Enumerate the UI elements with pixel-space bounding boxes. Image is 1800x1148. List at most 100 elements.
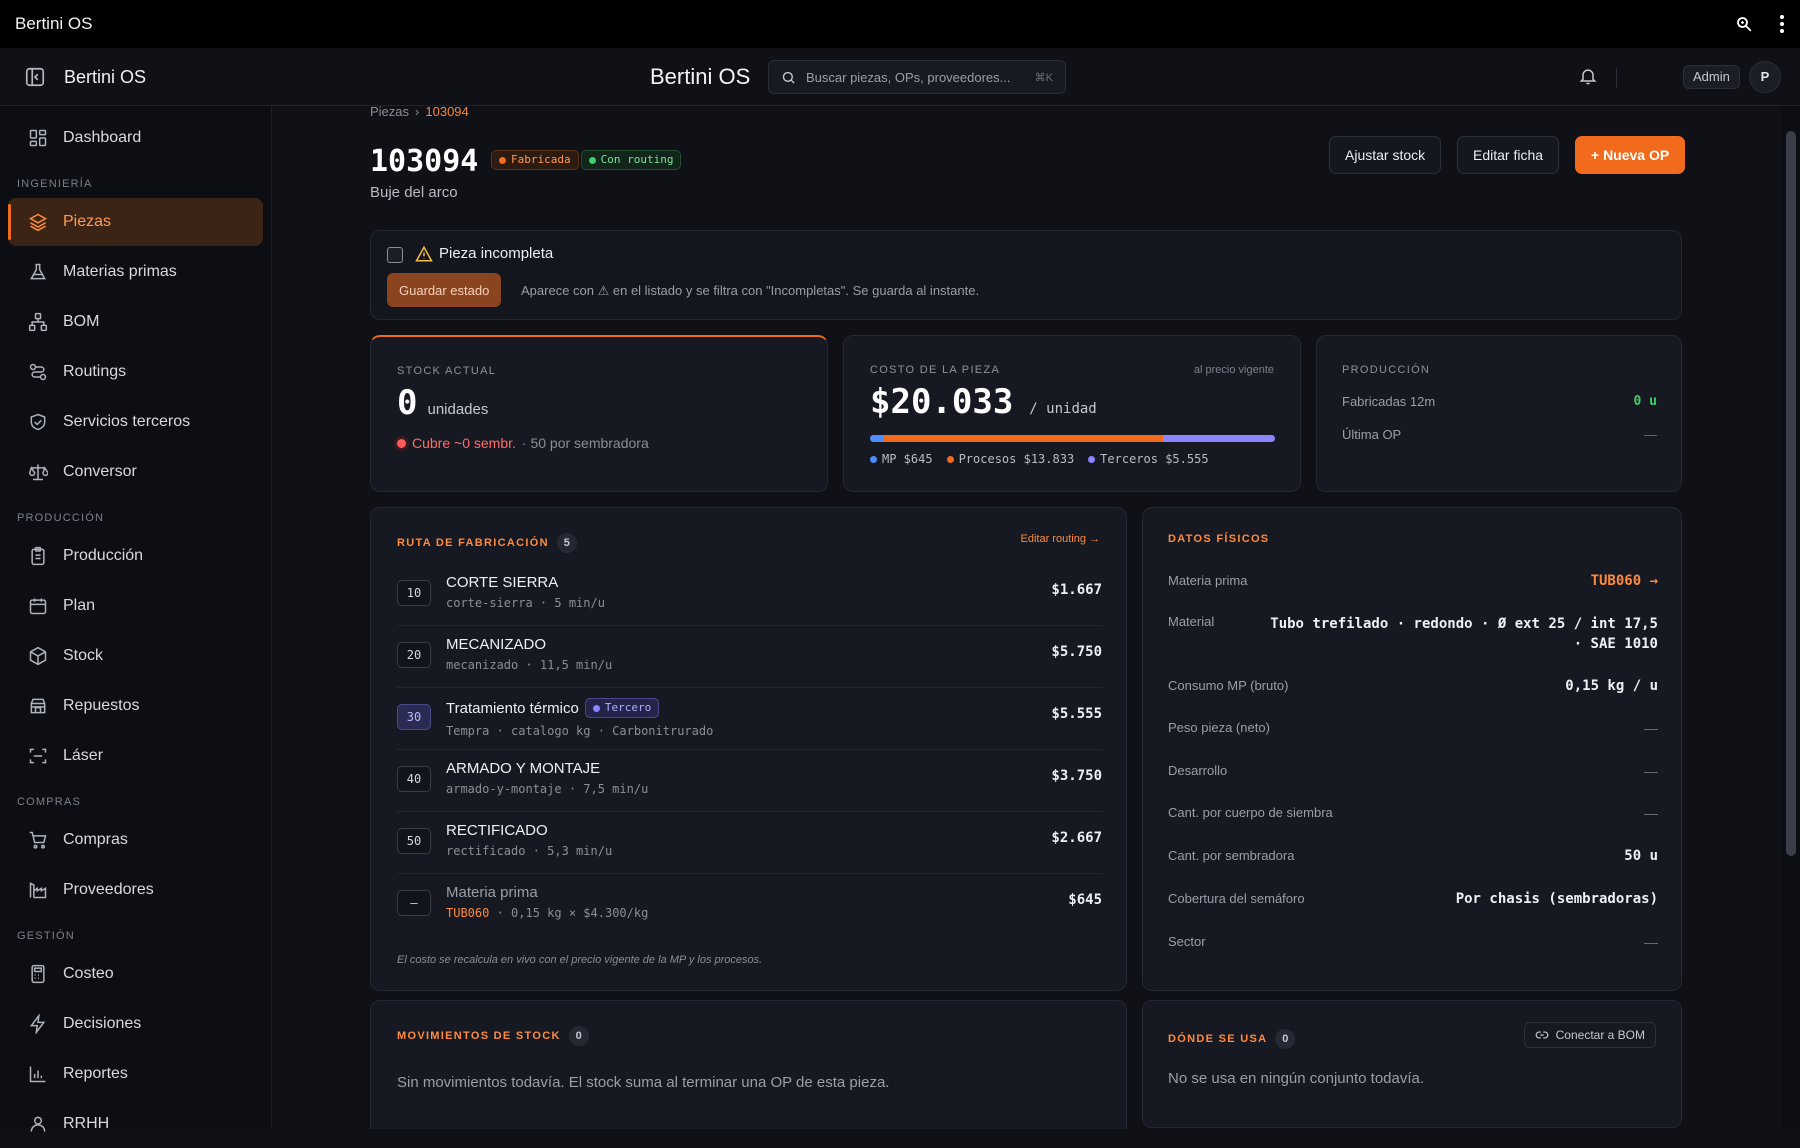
notifications-bell-icon[interactable] (1578, 66, 1598, 86)
op-detail: Tempra · catalogo kg · Carbonitrurado (446, 724, 714, 738)
cost-bar-segment-mp (870, 435, 883, 442)
scan-icon (28, 746, 48, 766)
sidebar-item-compras[interactable]: Compras (8, 816, 263, 864)
physical-row-consumo: Consumo MP (bruto) 0,15 kg / u (1168, 678, 1658, 694)
movements-card: MOVIMIENTOS DE STOCK 0 Sin movimientos to… (370, 1000, 1127, 1129)
new-op-button[interactable]: + Nueva OP (1575, 136, 1686, 174)
sidebar-section-compras: COMPRAS (17, 796, 82, 808)
cost-bar-segment-procesos (882, 435, 1163, 442)
routing-op-row[interactable]: 30 Tratamiento térmico Tercero Tempra · … (397, 688, 1102, 750)
warning-icon (415, 245, 433, 263)
sidebar-item-repuestos[interactable]: Repuestos (8, 682, 263, 730)
breadcrumb-current: 103094 (425, 106, 469, 119)
sidebar-item-produccion[interactable]: Producción (8, 532, 263, 580)
calculator-icon (28, 964, 48, 984)
bolt-icon (28, 1014, 48, 1034)
op-name: MECANIZADO (446, 636, 547, 653)
sidebar-item-routings[interactable]: Routings (8, 348, 263, 396)
sidebar-item-label: BOM (63, 313, 100, 330)
sidebar-item-servicios-terceros[interactable]: Servicios terceros (8, 398, 263, 446)
sidebar-item-piezas[interactable]: Piezas (8, 198, 263, 246)
op-detail: corte-sierra · 5 min/u (446, 596, 605, 610)
sidebar-item-rrhh[interactable]: RRHH (8, 1100, 263, 1148)
op-cost: $645 (1068, 892, 1102, 908)
sidebar-item-label: Compras (63, 831, 128, 848)
sidebar-item-bom[interactable]: BOM (8, 298, 263, 346)
sidebar-section-ingenieria: INGENIERÍA (17, 178, 93, 190)
save-state-button[interactable]: Guardar estado (387, 273, 502, 307)
sidebar-toggle-icon[interactable] (24, 66, 46, 88)
movements-empty: Sin movimientos todavía. El stock suma a… (397, 1074, 890, 1091)
search-input[interactable] (806, 69, 1016, 85)
production-row-fabricadas: Fabricadas 12m 0 u (1342, 394, 1657, 409)
op-name: ARMADO Y MONTAJE (446, 760, 601, 777)
routing-op-row[interactable]: 20 MECANIZADO mecanizado · 11,5 min/u $5… (397, 626, 1102, 688)
factory-icon (28, 880, 48, 900)
scrollbar-thumb[interactable] (1786, 131, 1796, 856)
main-scrollbar[interactable] (1782, 106, 1800, 1129)
scale-icon (28, 462, 48, 482)
stock-unit: unidades (427, 401, 489, 418)
sidebar-item-stock[interactable]: Stock (8, 632, 263, 680)
routing-material-row[interactable]: — Materia prima TUB060 · 0,15 kg × $4.30… (397, 874, 1102, 936)
sidebar-item-label: Proveedores (63, 881, 154, 898)
sidebar-item-decisiones[interactable]: Decisiones (8, 1000, 263, 1048)
production-row-ultima-op: Última OP — (1342, 427, 1657, 442)
incomplete-card: Pieza incompleta Guardar estado Aparece … (370, 230, 1682, 320)
production-card: PRODUCCIÓN Fabricadas 12m 0 u Última OP … (1316, 335, 1682, 492)
cost-unit: / unidad (1029, 401, 1097, 417)
sidebar-item-label: Servicios terceros (63, 413, 191, 430)
legend-dot (1088, 455, 1096, 463)
movements-count: 0 (568, 1026, 589, 1046)
sidebar-item-laser[interactable]: Láser (8, 732, 263, 780)
physical-row-materia-prima[interactable]: Materia prima TUB060 → (1168, 573, 1658, 589)
sidebar-item-proveedores[interactable]: Proveedores (8, 866, 263, 914)
calendar-icon (28, 596, 48, 616)
sidebar-item-label: Dashboard (63, 129, 142, 146)
breadcrumb-piezas[interactable]: Piezas (370, 106, 409, 119)
sidebar-item-plan[interactable]: Plan (8, 582, 263, 630)
sidebar-item-costeo[interactable]: Costeo (8, 950, 263, 998)
search-icon (781, 70, 796, 85)
cost-legend-item: Procesos $13.833 (946, 452, 1074, 466)
more-menu-icon[interactable] (1779, 14, 1785, 34)
sidebar-item-label: RRHH (63, 1115, 110, 1132)
sidebar-item-label: Plan (63, 597, 96, 614)
sidebar-item-label: Stock (63, 647, 104, 664)
stock-card: STOCK ACTUAL 0 unidades Cubre ~0 sembr. … (370, 335, 828, 492)
incomplete-help: Aparece con ⚠ en el listado y se filtra … (521, 283, 980, 298)
connect-bom-button[interactable]: Conectar a BOM (1523, 1022, 1656, 1048)
op-detail: mecanizado · 11,5 min/u (446, 658, 613, 672)
sidebar-item-label: Producción (63, 547, 144, 564)
sidebar-item-reportes[interactable]: Reportes (8, 1050, 263, 1098)
incomplete-checkbox[interactable] (387, 247, 403, 263)
user-avatar[interactable]: P (1749, 61, 1781, 93)
op-cost: $3.750 (1051, 768, 1102, 784)
routing-op-row[interactable]: 10 CORTE SIERRA corte-sierra · 5 min/u $… (397, 564, 1102, 626)
physical-row-peso: Peso pieza (neto) — (1168, 720, 1658, 736)
page-subtitle: Buje del arco (370, 184, 458, 201)
legend-dot (870, 455, 877, 463)
routing-label: RUTA DE FABRICACIÓN 5 (397, 533, 577, 553)
sidebar-item-materias-primas[interactable]: Materias primas (8, 248, 263, 296)
global-search[interactable]: ⌘K (768, 60, 1066, 94)
window-title: Bertini OS (15, 14, 93, 33)
usage-count: 0 (1275, 1029, 1296, 1049)
routing-op-row[interactable]: 40 ARMADO Y MONTAJE armado-y-montaje · 7… (397, 750, 1102, 812)
sidebar-item-label: Láser (63, 747, 104, 764)
stock-coverage: Cubre ~0 sembr. (412, 435, 516, 451)
sidebar-item-label: Costeo (63, 965, 114, 982)
store-icon (28, 696, 48, 716)
op-name-row: Tratamiento térmico Tercero (446, 698, 660, 718)
cost-legend-item: MP $645 (870, 452, 933, 466)
edit-routing-link[interactable]: Editar routing → (1021, 533, 1100, 545)
sidebar-item-conversor[interactable]: Conversor (8, 448, 263, 496)
sidebar-item-dashboard[interactable]: Dashboard (8, 114, 263, 162)
layers-icon (28, 212, 48, 232)
edit-sheet-button[interactable]: Editar ficha (1457, 136, 1560, 174)
sidebar-item-label: Repuestos (63, 697, 140, 714)
op-detail: TUB060 · 0,15 kg × $4.300/kg (446, 906, 649, 920)
zoom-icon[interactable] (1735, 15, 1753, 33)
routing-op-row[interactable]: 50 RECTIFICADO rectificado · 5,3 min/u $… (397, 812, 1102, 874)
adjust-stock-button[interactable]: Ajustar stock (1329, 136, 1442, 174)
